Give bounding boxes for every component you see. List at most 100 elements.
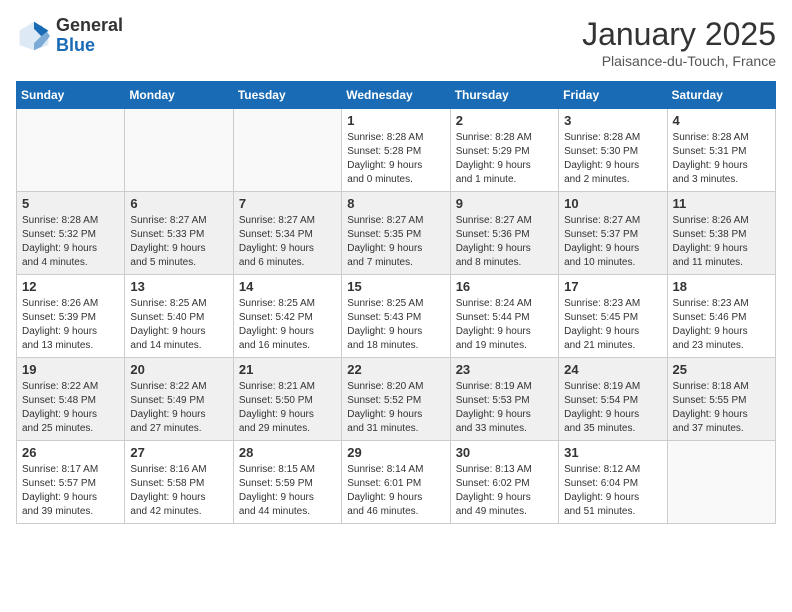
day-number: 18 [673,279,770,294]
cell-content: Sunrise: 8:19 AM Sunset: 5:53 PM Dayligh… [456,380,553,436]
calendar-cell [667,441,775,524]
calendar-cell: 20 Sunrise: 8:22 AM Sunset: 5:49 PM Dayli… [125,358,233,441]
cell-content: Sunrise: 8:23 AM Sunset: 5:45 PM Dayligh… [564,297,661,353]
calendar-cell: 21Sunrise: 8:21 AM Sunset: 5:50 PM Dayli… [233,358,341,441]
cell-content: Sunrise: 8:25 AM Sunset: 5:40 PM Dayligh… [130,297,227,353]
cell-content: Sunrise: 8:24 AM Sunset: 5:44 PM Dayligh… [456,297,553,353]
calendar-week-row: 19 Sunrise: 8:22 AM Sunset: 5:48 PM Dayli… [17,358,776,441]
cell-content: Sunrise: 8:13 AM Sunset: 6:02 PM Dayligh… [456,463,553,519]
cell-content: Sunrise: 8:28 AM Sunset: 5:30 PM Dayligh… [564,131,661,187]
cell-content: Sunrise: 8:19 AM Sunset: 5:54 PM Dayligh… [564,380,661,436]
calendar-cell [233,109,341,192]
calendar-cell: 30 Sunrise: 8:13 AM Sunset: 6:02 PM Dayli… [450,441,558,524]
cell-content: Sunrise: 8:23 AM Sunset: 5:46 PM Dayligh… [673,297,770,353]
cell-content: Sunrise: 8:22 AM Sunset: 5:49 PM Dayligh… [130,380,227,436]
cell-content: Sunrise: 8:14 AM Sunset: 6:01 PM Dayligh… [347,463,444,519]
day-number: 19 [22,362,119,377]
calendar-week-row: 5 Sunrise: 8:28 AM Sunset: 5:32 PM Daylig… [17,192,776,275]
calendar-header-day: Friday [559,82,667,109]
calendar-cell: 2 Sunrise: 8:28 AM Sunset: 5:29 PM Daylig… [450,109,558,192]
calendar-header-row: SundayMondayTuesdayWednesdayThursdayFrid… [17,82,776,109]
calendar-cell: 29 Sunrise: 8:14 AM Sunset: 6:01 PM Dayli… [342,441,450,524]
cell-content: Sunrise: 8:22 AM Sunset: 5:48 PM Dayligh… [22,380,119,436]
cell-content: Sunrise: 8:16 AM Sunset: 5:58 PM Dayligh… [130,463,227,519]
calendar-header-day: Wednesday [342,82,450,109]
calendar-cell: 11Sunrise: 8:26 AM Sunset: 5:38 PM Dayli… [667,192,775,275]
cell-content: Sunrise: 8:25 AM Sunset: 5:42 PM Dayligh… [239,297,336,353]
calendar-cell: 26 Sunrise: 8:17 AM Sunset: 5:57 PM Dayli… [17,441,125,524]
day-number: 21 [239,362,336,377]
calendar-cell: 23 Sunrise: 8:19 AM Sunset: 5:53 PM Dayli… [450,358,558,441]
day-number: 3 [564,113,661,128]
calendar-cell: 4 Sunrise: 8:28 AM Sunset: 5:31 PM Daylig… [667,109,775,192]
calendar-cell: 12Sunrise: 8:26 AM Sunset: 5:39 PM Dayli… [17,275,125,358]
calendar-cell: 8Sunrise: 8:27 AM Sunset: 5:35 PM Daylig… [342,192,450,275]
calendar-cell: 5 Sunrise: 8:28 AM Sunset: 5:32 PM Daylig… [17,192,125,275]
day-number: 30 [456,445,553,460]
day-number: 13 [130,279,227,294]
cell-content: Sunrise: 8:15 AM Sunset: 5:59 PM Dayligh… [239,463,336,519]
day-number: 20 [130,362,227,377]
title-section: January 2025 Plaisance-du-Touch, France [582,16,776,69]
day-number: 1 [347,113,444,128]
calendar-cell: 6 Sunrise: 8:27 AM Sunset: 5:33 PM Daylig… [125,192,233,275]
day-number: 5 [22,196,119,211]
calendar-cell: 1Sunrise: 8:28 AM Sunset: 5:28 PM Daylig… [342,109,450,192]
cell-content: Sunrise: 8:27 AM Sunset: 5:36 PM Dayligh… [456,214,553,270]
calendar-week-row: 12Sunrise: 8:26 AM Sunset: 5:39 PM Dayli… [17,275,776,358]
day-number: 14 [239,279,336,294]
day-number: 29 [347,445,444,460]
calendar-cell: 17 Sunrise: 8:23 AM Sunset: 5:45 PM Dayli… [559,275,667,358]
cell-content: Sunrise: 8:26 AM Sunset: 5:38 PM Dayligh… [673,214,770,270]
day-number: 28 [239,445,336,460]
logo-general-text: General [56,15,123,35]
day-number: 25 [673,362,770,377]
day-number: 22 [347,362,444,377]
cell-content: Sunrise: 8:26 AM Sunset: 5:39 PM Dayligh… [22,297,119,353]
cell-content: Sunrise: 8:27 AM Sunset: 5:35 PM Dayligh… [347,214,444,270]
calendar-table: SundayMondayTuesdayWednesdayThursdayFrid… [16,81,776,524]
logo-blue-text: Blue [56,35,95,55]
cell-content: Sunrise: 8:28 AM Sunset: 5:29 PM Dayligh… [456,131,553,187]
logo: General Blue [16,16,123,56]
cell-content: Sunrise: 8:27 AM Sunset: 5:33 PM Dayligh… [130,214,227,270]
month-title: January 2025 [582,16,776,53]
day-number: 17 [564,279,661,294]
calendar-cell [17,109,125,192]
calendar-cell: 9 Sunrise: 8:27 AM Sunset: 5:36 PM Daylig… [450,192,558,275]
calendar-cell: 27 Sunrise: 8:16 AM Sunset: 5:58 PM Dayli… [125,441,233,524]
page-header: General Blue January 2025 Plaisance-du-T… [16,16,776,69]
calendar-cell: 13 Sunrise: 8:25 AM Sunset: 5:40 PM Dayli… [125,275,233,358]
day-number: 16 [456,279,553,294]
day-number: 24 [564,362,661,377]
calendar-cell: 31Sunrise: 8:12 AM Sunset: 6:04 PM Dayli… [559,441,667,524]
calendar-week-row: 26 Sunrise: 8:17 AM Sunset: 5:57 PM Dayli… [17,441,776,524]
calendar-cell: 25 Sunrise: 8:18 AM Sunset: 5:55 PM Dayli… [667,358,775,441]
day-number: 6 [130,196,227,211]
calendar-header-day: Tuesday [233,82,341,109]
day-number: 2 [456,113,553,128]
day-number: 9 [456,196,553,211]
cell-content: Sunrise: 8:17 AM Sunset: 5:57 PM Dayligh… [22,463,119,519]
calendar-cell: 10Sunrise: 8:27 AM Sunset: 5:37 PM Dayli… [559,192,667,275]
calendar-cell: 14 Sunrise: 8:25 AM Sunset: 5:42 PM Dayli… [233,275,341,358]
cell-content: Sunrise: 8:27 AM Sunset: 5:34 PM Dayligh… [239,214,336,270]
day-number: 23 [456,362,553,377]
calendar-cell: 22Sunrise: 8:20 AM Sunset: 5:52 PM Dayli… [342,358,450,441]
calendar-header-day: Monday [125,82,233,109]
cell-content: Sunrise: 8:28 AM Sunset: 5:32 PM Dayligh… [22,214,119,270]
calendar-week-row: 1Sunrise: 8:28 AM Sunset: 5:28 PM Daylig… [17,109,776,192]
cell-content: Sunrise: 8:27 AM Sunset: 5:37 PM Dayligh… [564,214,661,270]
cell-content: Sunrise: 8:25 AM Sunset: 5:43 PM Dayligh… [347,297,444,353]
day-number: 27 [130,445,227,460]
calendar-header-day: Thursday [450,82,558,109]
location-text: Plaisance-du-Touch, France [582,53,776,69]
day-number: 15 [347,279,444,294]
calendar-cell: 24 Sunrise: 8:19 AM Sunset: 5:54 PM Dayli… [559,358,667,441]
day-number: 4 [673,113,770,128]
day-number: 26 [22,445,119,460]
day-number: 31 [564,445,661,460]
calendar-cell: 15 Sunrise: 8:25 AM Sunset: 5:43 PM Dayli… [342,275,450,358]
cell-content: Sunrise: 8:18 AM Sunset: 5:55 PM Dayligh… [673,380,770,436]
cell-content: Sunrise: 8:28 AM Sunset: 5:31 PM Dayligh… [673,131,770,187]
